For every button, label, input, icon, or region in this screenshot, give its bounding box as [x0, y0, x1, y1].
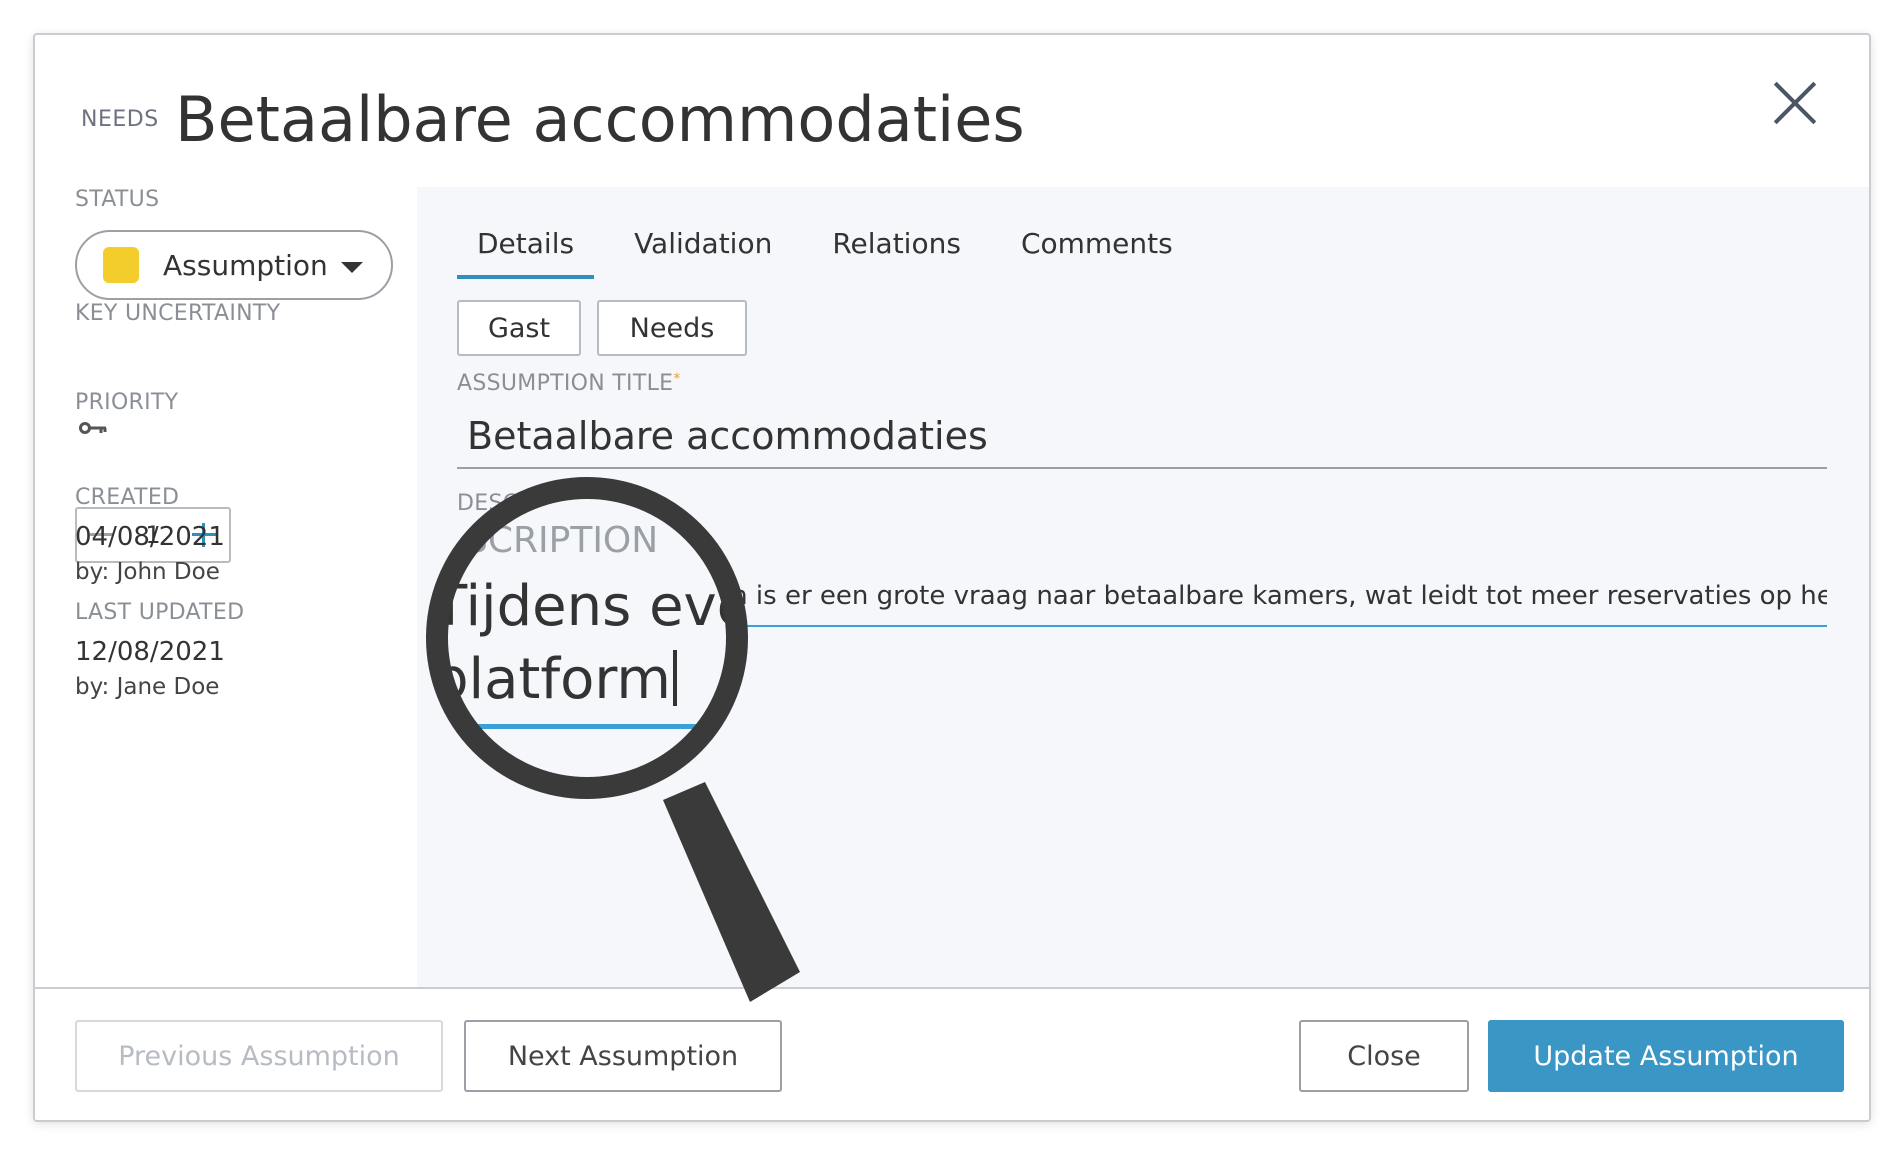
- status-value: Assumption: [163, 248, 328, 282]
- status-label: STATUS: [75, 187, 160, 212]
- modal-header: NEEDS Betaalbare accommodaties: [35, 35, 1869, 187]
- close-button[interactable]: Close: [1299, 1020, 1469, 1092]
- created-by: by: John Doe: [75, 559, 220, 585]
- tab-relations[interactable]: Relations: [812, 227, 981, 279]
- close-icon[interactable]: [1769, 77, 1821, 129]
- status-color-swatch: [103, 247, 139, 283]
- chevron-down-icon: [341, 262, 363, 273]
- next-assumption-button[interactable]: Next Assumption: [464, 1020, 782, 1092]
- tab-validation[interactable]: Validation: [614, 227, 792, 279]
- tab-comments[interactable]: Comments: [1001, 227, 1193, 279]
- assumption-title-input[interactable]: [457, 405, 1827, 469]
- description-text: Tijdens evenementen is er een grote vraa…: [467, 581, 1827, 611]
- created-date: 04/08/2021: [75, 522, 225, 552]
- previous-assumption-button[interactable]: Previous Assumption: [75, 1020, 443, 1092]
- key-icon[interactable]: [79, 419, 109, 437]
- priority-label: PRIORITY: [75, 390, 179, 415]
- details-panel: Details Validation Relations Comments Ga…: [417, 187, 1869, 987]
- sidebar: STATUS Assumption KEY UNCERTAINTY PRIORI…: [35, 187, 417, 987]
- tag-chip-needs[interactable]: Needs: [597, 300, 747, 356]
- page-title: Betaalbare accommodaties: [175, 83, 1025, 156]
- description-label: DESCRIPTION: [457, 491, 610, 516]
- assumption-title-label: ASSUMPTION TITLE*: [457, 371, 681, 396]
- update-assumption-button[interactable]: Update Assumption: [1488, 1020, 1844, 1092]
- tab-details[interactable]: Details: [457, 227, 595, 279]
- category-kicker: NEEDS: [81, 107, 159, 132]
- tab-bar: Details Validation Relations Comments: [457, 227, 1213, 279]
- status-dropdown[interactable]: Assumption: [75, 230, 393, 300]
- description-input[interactable]: Tijdens evenementen is er een grote vraa…: [457, 567, 1827, 627]
- modal-footer: Previous Assumption Next Assumption Clos…: [35, 987, 1869, 1120]
- key-uncertainty-label: KEY UNCERTAINTY: [75, 301, 281, 326]
- updated-by: by: Jane Doe: [75, 674, 220, 700]
- required-mark: *: [673, 371, 681, 387]
- updated-date: 12/08/2021: [75, 637, 225, 667]
- assumption-modal: NEEDS Betaalbare accommodaties STATUS As…: [33, 33, 1871, 1122]
- tag-chip-gast[interactable]: Gast: [457, 300, 581, 356]
- last-updated-label: LAST UPDATED: [75, 600, 245, 625]
- created-label: CREATED: [75, 485, 180, 510]
